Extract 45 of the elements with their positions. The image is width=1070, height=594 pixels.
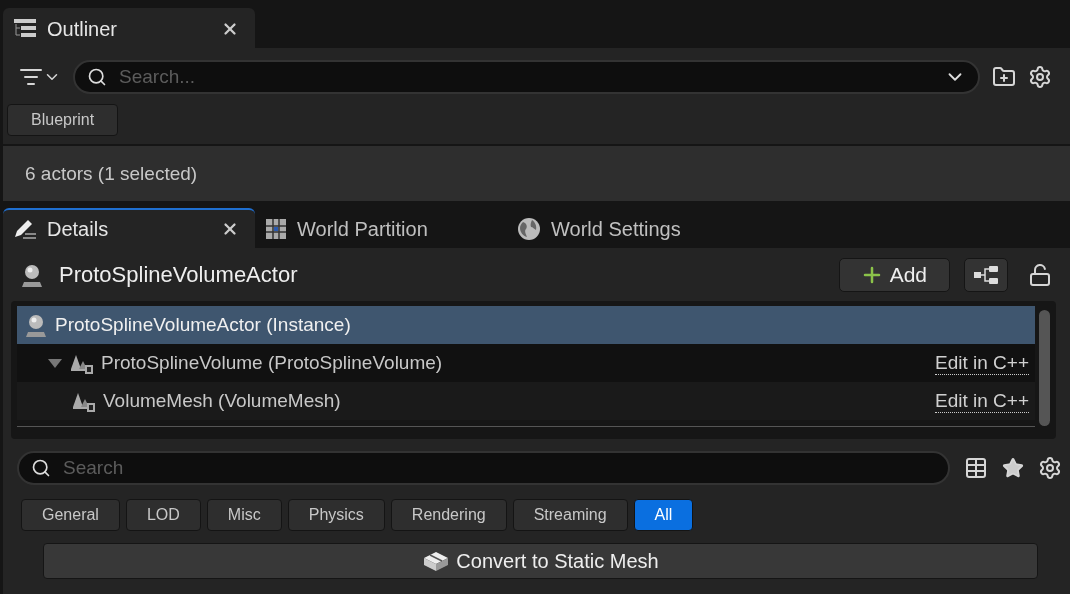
panel-tab[interactable]: Details [3, 208, 255, 248]
search-input[interactable]: Search [61, 456, 936, 480]
scrollbar[interactable] [1039, 310, 1050, 426]
category-chip[interactable]: Physics [287, 499, 385, 531]
search-bar[interactable]: Search [17, 451, 950, 485]
search-input[interactable]: Search... [117, 65, 934, 89]
category-chip[interactable]: General [21, 499, 120, 531]
expand-caret-icon[interactable] [47, 357, 63, 369]
panel-tab[interactable]: World Settings [507, 208, 759, 248]
hierarchy-icon [973, 264, 999, 285]
unlock-icon[interactable] [1028, 262, 1052, 287]
close-icon[interactable] [221, 220, 239, 238]
close-icon[interactable] [221, 20, 239, 38]
globe-icon [517, 217, 541, 241]
add-button[interactable]: Add [838, 257, 950, 292]
outliner-tab[interactable]: Outliner [3, 8, 255, 48]
outliner-icon [13, 18, 37, 40]
actor-icon [23, 312, 49, 338]
add-folder-icon[interactable] [992, 65, 1016, 89]
category-chip[interactable]: Misc [206, 499, 282, 531]
settings-icon[interactable] [1038, 456, 1062, 480]
category-chip[interactable]: All [633, 499, 694, 531]
settings-icon[interactable] [1028, 65, 1052, 89]
pencil-icon [13, 217, 37, 241]
component-row[interactable]: VolumeMesh (VolumeMesh) Edit in C++ [17, 382, 1035, 420]
cube-icon [422, 550, 451, 572]
search-icon [87, 67, 107, 87]
actor-count: 6 actors (1 selected) [3, 146, 1070, 201]
search-icon [31, 458, 51, 478]
search-bar[interactable]: Search... [73, 60, 980, 94]
table-icon[interactable] [964, 456, 988, 480]
category-chip[interactable]: Streaming [512, 499, 628, 531]
panel-tab[interactable]: World Partition [255, 208, 507, 248]
star-icon[interactable] [1002, 457, 1024, 479]
category-chip[interactable]: Rendering [390, 499, 507, 531]
component-row[interactable]: ProtoSplineVolumeActor (Instance) [17, 306, 1035, 344]
convert-button[interactable]: Convert to Static Mesh [43, 543, 1038, 579]
filter-chip[interactable]: Blueprint [7, 104, 119, 136]
category-chip[interactable]: LOD [125, 499, 201, 531]
edit-link[interactable]: Edit in C++ [935, 389, 1029, 413]
edit-link[interactable]: Edit in C++ [935, 351, 1029, 375]
component-row[interactable]: ProtoSplineVolume (ProtoSplineVolume) Edit in C++ [17, 344, 1035, 382]
actor-name: ProtoSplineVolumeActor [59, 261, 299, 288]
hierarchy-button[interactable] [964, 257, 1008, 292]
grid-icon [265, 218, 287, 240]
